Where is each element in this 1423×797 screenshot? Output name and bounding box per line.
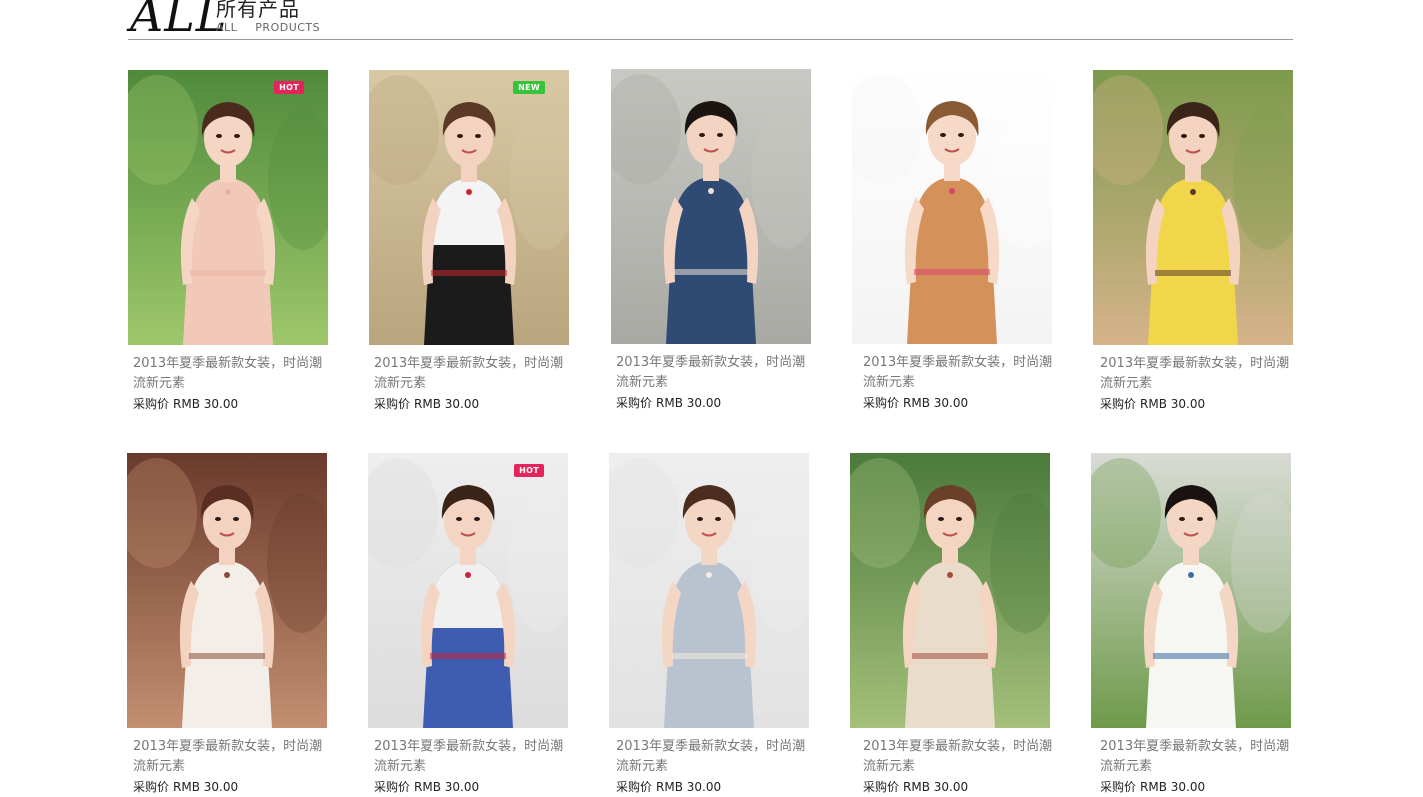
header-title-big: ALL [130,0,228,42]
product-image[interactable] [1093,70,1293,345]
product-image[interactable] [609,453,809,728]
price-value: RMB 30.00 [656,396,722,410]
product-card: 2013年夏季最新款女装，时尚潮流新元素 采购价 RMB 30.00 [609,453,809,794]
product-title-link[interactable]: 2013年夏季最新款女装，时尚潮流新元素 [616,737,806,777]
product-price: 采购价 RMB 30.00 [1100,777,1205,797]
price-value: RMB 30.00 [173,780,239,794]
price-label: 采购价 [374,780,411,794]
product-card: 2013年夏季最新款女装，时尚潮流新元素 采购价 RMB 30.00 [611,69,811,410]
product-price: 采购价 RMB 30.00 [1100,394,1205,414]
product-price: 采购价 RMB 30.00 [863,777,968,797]
product-card: 2013年夏季最新款女装，时尚潮流新元素 采购价 RMB 30.00 [1093,70,1293,411]
product-title-link[interactable]: 2013年夏季最新款女装，时尚潮流新元素 [1100,737,1290,777]
product-photo-illustration [127,453,327,728]
product-price: 采购价 RMB 30.00 [374,777,479,797]
product-image[interactable]: NEW [369,70,569,345]
product-title-link[interactable]: 2013年夏季最新款女装，时尚潮流新元素 [863,353,1053,393]
price-label: 采购价 [374,397,411,411]
product-image[interactable]: HOT [128,70,328,345]
price-value: RMB 30.00 [903,396,969,410]
price-label: 采购价 [863,780,900,794]
product-photo-illustration [852,69,1052,344]
product-title-link[interactable]: 2013年夏季最新款女装，时尚潮流新元素 [133,737,323,777]
product-photo-illustration [1091,453,1291,728]
price-value: RMB 30.00 [656,780,722,794]
header-subtitle-all: ALL [216,21,238,34]
product-title-link[interactable]: 2013年夏季最新款女装，时尚潮流新元素 [133,354,323,394]
price-label: 采购价 [863,396,900,410]
product-card: HOT 2013年夏季最新款女装，时尚潮流新元素 采购价 RMB 30.00 [368,453,568,794]
hot-badge: HOT [274,81,304,94]
price-label: 采购价 [133,780,170,794]
product-title-link[interactable]: 2013年夏季最新款女装，时尚潮流新元素 [616,353,806,393]
price-value: RMB 30.00 [173,397,239,411]
price-label: 采购价 [133,397,170,411]
product-price: 采购价 RMB 30.00 [133,777,238,797]
product-image[interactable] [850,453,1050,728]
header-title-cn: 所有产品 [216,0,300,21]
price-value: RMB 30.00 [1140,397,1206,411]
price-label: 采购价 [616,396,653,410]
price-value: RMB 30.00 [414,397,480,411]
product-price: 采购价 RMB 30.00 [616,777,721,797]
product-card: 2013年夏季最新款女装，时尚潮流新元素 采购价 RMB 30.00 [852,69,1052,410]
product-title-link[interactable]: 2013年夏季最新款女装，时尚潮流新元素 [1100,354,1290,394]
product-title-link[interactable]: 2013年夏季最新款女装，时尚潮流新元素 [374,354,564,394]
price-label: 采购价 [1100,780,1137,794]
hot-badge: HOT [514,464,544,477]
product-card: NEW 2013年夏季最新款女装，时尚潮流新元素 采购价 RMB 30.00 [369,70,569,411]
product-photo-illustration [368,453,568,728]
product-photo-illustration [369,70,569,345]
product-price: 采购价 RMB 30.00 [374,394,479,414]
product-title-link[interactable]: 2013年夏季最新款女装，时尚潮流新元素 [863,737,1053,777]
product-card: 2013年夏季最新款女装，时尚潮流新元素 采购价 RMB 30.00 [127,453,327,794]
price-label: 采购价 [1100,397,1137,411]
product-card: 2013年夏季最新款女装，时尚潮流新元素 采购价 RMB 30.00 [1091,453,1291,794]
product-photo-illustration [1093,70,1293,345]
product-card: 2013年夏季最新款女装，时尚潮流新元素 采购价 RMB 30.00 [850,453,1052,794]
product-price: 采购价 RMB 30.00 [133,394,238,414]
product-image[interactable]: HOT [368,453,568,728]
section-header: ALL 所有产品 ALL PRODUCTS [128,0,1293,40]
product-card: HOT 2013年夏季最新款女装，时尚潮流新元素 采购价 RMB 30.00 [128,70,328,411]
product-photo-illustration [611,69,811,344]
header-subtitle: ALL PRODUCTS [216,21,320,34]
product-photo-illustration [609,453,809,728]
product-image[interactable] [1091,453,1291,728]
product-price: 采购价 RMB 30.00 [863,393,968,413]
price-value: RMB 30.00 [903,780,969,794]
product-photo-illustration [128,70,328,345]
header-subtitle-products: PRODUCTS [255,21,321,34]
product-image[interactable] [611,69,811,344]
price-value: RMB 30.00 [414,780,480,794]
new-badge: NEW [513,81,545,94]
price-value: RMB 30.00 [1140,780,1206,794]
product-photo-illustration [850,453,1050,728]
product-price: 采购价 RMB 30.00 [616,393,721,413]
product-image[interactable] [127,453,327,728]
product-image[interactable] [852,69,1052,344]
price-label: 采购价 [616,780,653,794]
product-title-link[interactable]: 2013年夏季最新款女装，时尚潮流新元素 [374,737,564,777]
